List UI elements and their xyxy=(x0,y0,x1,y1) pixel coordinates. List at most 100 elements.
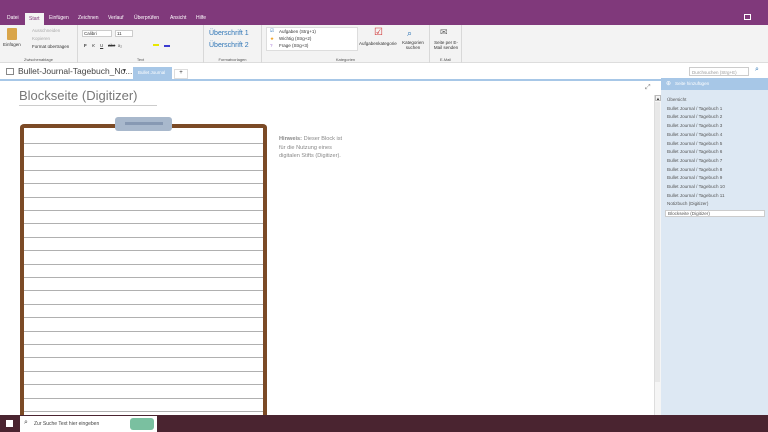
chevron-down-icon[interactable]: ▼ xyxy=(122,68,127,74)
search-highlight-icon xyxy=(130,418,154,430)
expand-icon[interactable]: ⤢ xyxy=(645,84,651,92)
todo-tag-button[interactable]: Aufgabenkategorie xyxy=(359,41,397,46)
todo-check-icon: ☑ xyxy=(374,27,383,38)
subscript-button[interactable]: x₂ xyxy=(118,43,122,48)
ruled-line xyxy=(24,210,263,211)
ruled-line xyxy=(24,156,263,158)
ruled-line xyxy=(24,250,263,252)
search-icon[interactable]: ⌕ xyxy=(755,66,759,74)
page-list-item[interactable]: Bullet Journal / Tagebuch 2 xyxy=(667,114,722,119)
taskbar-search[interactable]: ⌕ Zur Suche Text hier eingeben xyxy=(20,416,157,432)
style-heading2[interactable]: Überschrift 2 xyxy=(209,42,249,49)
tab-4[interactable]: Verlauf xyxy=(108,15,124,21)
hint-label: Hinweis: xyxy=(279,136,303,142)
add-section-button[interactable]: + xyxy=(174,69,188,79)
tab-5[interactable]: Überprüfen xyxy=(134,15,159,21)
text-group: Calibri 11 F K U abc x₂ Text xyxy=(78,25,204,63)
ruled-line xyxy=(24,303,263,305)
tab-0[interactable]: Datei xyxy=(7,15,19,21)
windows-start-icon[interactable] xyxy=(6,420,13,427)
group-label: E-Mail xyxy=(439,57,452,62)
page-list-item[interactable]: Blockseite (Digitizer) xyxy=(665,210,765,218)
group-label: Kategorien xyxy=(335,57,356,62)
email-icon: ✉ xyxy=(440,27,448,37)
bold-button[interactable]: F xyxy=(84,43,87,48)
add-page-label: Seite hinzufügen xyxy=(675,81,710,86)
paste-button[interactable]: Einfügen xyxy=(3,42,21,47)
format-painter-button[interactable]: Format übertragen xyxy=(32,44,69,49)
page-list-item[interactable]: Übersicht xyxy=(667,97,686,102)
restore-icon[interactable] xyxy=(744,14,751,20)
ruled-line xyxy=(24,169,263,171)
ruled-line xyxy=(24,370,263,372)
taskbar: ⌕ Zur Suche Text hier eingeben xyxy=(0,415,768,432)
style-heading1[interactable]: Überschrift 1 xyxy=(209,30,249,37)
page-list-item[interactable]: Bullet Journal / Tagebuch 5 xyxy=(667,141,722,146)
clipboard-clip xyxy=(115,117,172,131)
notebook-icon xyxy=(6,68,14,75)
ruled-line xyxy=(24,397,263,399)
ruled-line xyxy=(24,223,263,225)
font-select[interactable]: Calibri xyxy=(82,30,112,37)
font-color-icon[interactable] xyxy=(164,45,170,47)
tag-item[interactable]: Frage (Strg+3) xyxy=(279,43,308,48)
find-tags-icon: ⌕ xyxy=(407,28,413,38)
pages-panel: ⊕ Seite hinzufügen Übersicht Bullet Journ… xyxy=(661,78,768,415)
ruled-line xyxy=(24,357,263,359)
tab-7[interactable]: Hilfe xyxy=(196,15,206,21)
font-size-select[interactable]: 11 xyxy=(115,30,133,37)
notebook-selector[interactable]: Bullet-Journal-Tagebuch_No... xyxy=(18,66,132,76)
ruled-line xyxy=(24,317,263,319)
strikethrough-button[interactable]: abc xyxy=(108,43,115,48)
ruled-line xyxy=(24,263,263,265)
page-list-item[interactable]: Bullet Journal / Tagebuch 11 xyxy=(667,193,725,198)
checkbox-icon: ☑ xyxy=(270,28,275,33)
page-list-item[interactable]: Bullet Journal / Tagebuch 8 xyxy=(667,167,722,172)
ribbon: Einfügen Ausschneiden Kopieren Format üb… xyxy=(0,25,768,63)
page-title[interactable]: Blockseite (Digitizer) xyxy=(19,88,157,106)
underline-button[interactable]: U xyxy=(100,43,103,48)
find-tags-button[interactable]: Kategorien suchen xyxy=(400,40,426,50)
vertical-scrollbar[interactable]: ▲ xyxy=(654,95,661,415)
paste-icon xyxy=(7,28,17,40)
page-list-item[interactable]: Bullet Journal / Tagebuch 4 xyxy=(667,132,722,137)
ruled-line xyxy=(24,411,263,412)
italic-button[interactable]: K xyxy=(92,43,95,48)
page-list-item[interactable]: Bullet Journal / Tagebuch 10 xyxy=(667,184,725,189)
page-list-item[interactable]: Bullet Journal / Tagebuch 1 xyxy=(667,106,722,111)
question-icon: ? xyxy=(270,43,273,48)
section-tab[interactable]: Bullet Journal xyxy=(133,67,172,79)
page-list-item[interactable]: Bullet Journal / Tagebuch 3 xyxy=(667,123,722,128)
hint-text: Hinweis: Dieser Block ist für die Nutzun… xyxy=(279,135,347,161)
plus-circle-icon: ⊕ xyxy=(666,81,672,87)
ruled-line xyxy=(24,277,263,278)
tab-3[interactable]: Zeichnen xyxy=(78,15,99,21)
tab-1[interactable]: Start xyxy=(25,13,44,25)
clipboard-group: Einfügen Ausschneiden Kopieren Format üb… xyxy=(0,25,78,63)
notepad-frame xyxy=(20,124,267,424)
copy-button[interactable]: Kopieren xyxy=(32,36,50,41)
notebook-bar: Bullet-Journal-Tagebuch_No... ▼ Bullet J… xyxy=(0,63,768,81)
page-list-item[interactable]: Notizbuch (Digitizer) xyxy=(667,201,708,206)
ruled-line xyxy=(24,330,263,332)
ruled-line xyxy=(24,236,263,238)
tab-6[interactable]: Ansicht xyxy=(170,15,186,21)
add-page-button[interactable]: ⊕ Seite hinzufügen xyxy=(661,78,768,90)
ruled-line xyxy=(24,183,263,185)
ruled-line xyxy=(24,290,263,292)
ruled-line xyxy=(24,344,263,345)
tab-2[interactable]: Einfügen xyxy=(49,15,69,21)
group-label: Text xyxy=(136,57,145,62)
highlight-icon[interactable] xyxy=(153,44,159,46)
tag-item[interactable]: Wichtig (Strg+2) xyxy=(279,36,311,41)
email-page-button[interactable]: Seite per E-Mail senden xyxy=(432,40,460,50)
page-list-item[interactable]: Bullet Journal / Tagebuch 6 xyxy=(667,149,722,154)
tag-item[interactable]: Aufgaben (Strg+1) xyxy=(279,29,316,34)
styles-group: Überschrift 1 Überschrift 2 Formatvorlag… xyxy=(204,25,262,63)
page-list-item[interactable]: Bullet Journal / Tagebuch 9 xyxy=(667,175,722,180)
title-bar: Datei Start Einfügen Zeichnen Verlauf Überprü… xyxy=(0,0,768,25)
page-list-item[interactable]: Bullet Journal / Tagebuch 7 xyxy=(667,158,722,163)
cut-button[interactable]: Ausschneiden xyxy=(32,28,60,33)
search-input[interactable]: Durchsuchen (Strg+E) xyxy=(689,67,749,76)
search-icon: ⌕ xyxy=(24,419,28,426)
